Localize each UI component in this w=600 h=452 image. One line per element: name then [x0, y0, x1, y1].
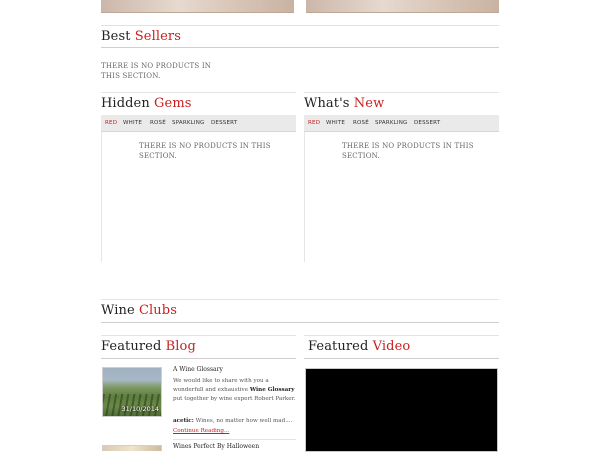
hidden-gems-empty-message: There is no products in this section.: [139, 142, 271, 160]
divider: [101, 25, 499, 26]
divider: [101, 335, 296, 336]
column-border: [304, 132, 305, 262]
tab-red[interactable]: Red: [105, 120, 117, 126]
blog-post-title[interactable]: A Wine Glossary: [173, 366, 223, 373]
tab-dessert[interactable]: Dessert: [211, 120, 237, 126]
divider: [304, 335, 499, 336]
tab-rose[interactable]: Rosé: [353, 120, 369, 126]
tab-white[interactable]: White: [123, 120, 142, 126]
divider: [173, 439, 296, 440]
blog-post-term: acetic: Wines, no matter how well mad...…: [173, 418, 293, 424]
featured-blog-heading: Featured Blog: [101, 339, 196, 354]
divider: [101, 47, 499, 48]
continue-reading-link[interactable]: Continue Reading...: [173, 428, 229, 434]
best-sellers-empty-message: There is no products in this section.: [101, 62, 212, 80]
tab-rose[interactable]: Rosé: [150, 120, 166, 126]
top-product-image-right[interactable]: [306, 0, 499, 13]
column-border: [101, 132, 102, 262]
tab-sparkling[interactable]: Sparkling: [375, 120, 408, 126]
featured-video-heading: Featured Video: [308, 339, 411, 354]
whats-new-empty-message: There is no products in this section.: [342, 142, 474, 160]
hidden-gems-tab-bar: Red White Rosé Sparkling Dessert: [101, 115, 296, 132]
blog-post-title[interactable]: Wines Perfect By Halloween: [173, 443, 259, 450]
top-product-image-left[interactable]: [101, 0, 294, 13]
tab-red[interactable]: Red: [308, 120, 320, 126]
divider: [101, 92, 296, 93]
wine-clubs-heading: Wine Clubs: [101, 303, 177, 318]
blog-post-thumbnail[interactable]: [102, 445, 162, 451]
tab-white[interactable]: White: [326, 120, 345, 126]
divider: [304, 358, 499, 359]
divider: [101, 322, 499, 323]
tab-sparkling[interactable]: Sparkling: [172, 120, 205, 126]
whats-new-tab-bar: Red White Rosé Sparkling Dessert: [304, 115, 499, 132]
video-player[interactable]: [305, 368, 498, 452]
divider: [101, 358, 296, 359]
divider: [304, 92, 499, 93]
tab-dessert[interactable]: Dessert: [414, 120, 440, 126]
hidden-gems-heading: Hidden Gems: [101, 96, 192, 111]
divider: [101, 299, 499, 300]
best-sellers-heading: Best Sellers: [101, 29, 181, 44]
blog-post-excerpt: We would like to share with you a wonder…: [173, 378, 296, 402]
blog-post-thumbnail[interactable]: 31/10/2014: [102, 367, 162, 417]
blog-post-date: 31/10/2014: [121, 405, 159, 413]
whats-new-heading: What's New: [304, 96, 385, 111]
